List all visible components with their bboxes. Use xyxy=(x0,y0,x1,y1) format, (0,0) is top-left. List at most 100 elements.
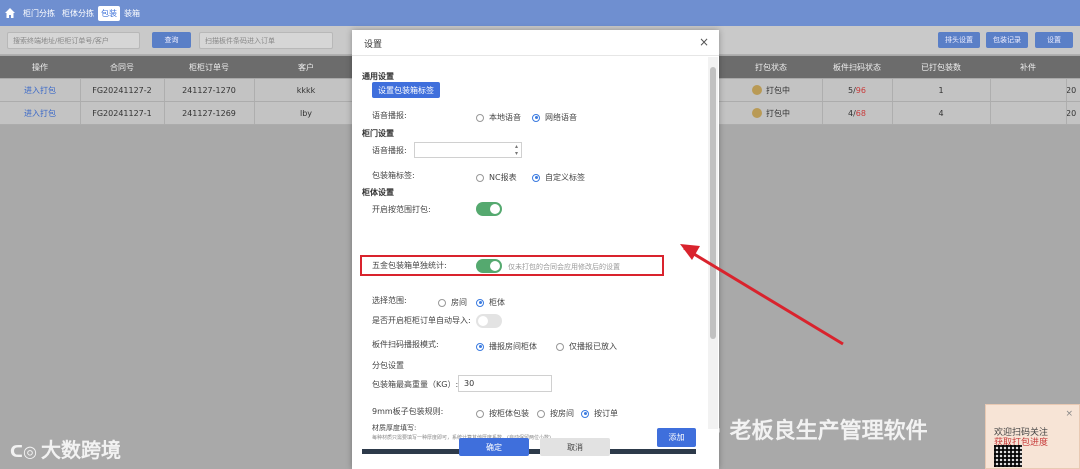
cell-scan-status: 4/68 xyxy=(848,108,866,118)
auto-import-toggle[interactable] xyxy=(476,314,502,328)
add-button[interactable]: 添加 xyxy=(657,428,696,447)
radio-label: 网络语音 xyxy=(545,113,577,122)
col-extra: 补件 xyxy=(1020,62,1036,72)
scan-mode-label: 板件扫码播报模式: xyxy=(372,340,439,349)
watermark-left: ᑕ◎ 大数跨境 xyxy=(10,434,121,463)
nav-tab-body-sort[interactable]: 柜体分拣 xyxy=(59,6,97,21)
split-label: 分包设置 xyxy=(372,361,404,370)
radio-checked-icon xyxy=(476,298,484,307)
divider xyxy=(822,79,823,101)
radio-checked-icon xyxy=(476,342,484,351)
enter-pack-link[interactable]: 进入打包 xyxy=(0,79,80,101)
divider xyxy=(990,102,991,124)
range-radio-room[interactable]: 房间 xyxy=(438,297,467,308)
toggle-knob xyxy=(490,261,500,271)
close-icon[interactable]: × xyxy=(699,35,709,49)
watermark-left-text: 大数跨境 xyxy=(41,438,122,462)
ok-button[interactable]: 确定 xyxy=(459,438,529,456)
general-section-title: 通用设置 xyxy=(362,72,394,81)
radio-icon xyxy=(537,409,545,418)
spinner-icon[interactable]: ▴ ▾ xyxy=(515,143,518,157)
radio-icon xyxy=(438,298,446,307)
package-records-button[interactable]: 包装记录 xyxy=(986,32,1028,48)
divider xyxy=(80,102,81,124)
divider xyxy=(254,102,255,124)
home-icon[interactable] xyxy=(4,7,16,19)
toggle-knob xyxy=(478,316,488,326)
voice-radio-local[interactable]: 本地语音 xyxy=(476,112,521,123)
search-input[interactable]: 搜索终端地址/柜柜订单号/客户 xyxy=(7,32,140,49)
hardware-toggle[interactable] xyxy=(476,259,502,273)
cell-extra: 20 xyxy=(1066,108,1077,118)
rule-radio-room[interactable]: 按房间 xyxy=(537,408,574,419)
cancel-button[interactable]: 取消 xyxy=(540,438,610,456)
cell-contract: FG20241127-2 xyxy=(92,85,152,95)
rule-radio-body[interactable]: 按柜体包装 xyxy=(476,408,529,419)
divider xyxy=(990,79,991,101)
divider xyxy=(164,79,165,101)
table-strip xyxy=(362,449,696,454)
radio-label: 仅播报已放入 xyxy=(569,342,617,351)
voice-label: 语音播报: xyxy=(372,111,407,120)
rule-radio-order[interactable]: 按订单 xyxy=(581,408,618,419)
range-pack-label: 开启按范围打包: xyxy=(372,205,431,214)
cell-order: 241127-1269 xyxy=(182,108,236,118)
nav-tab-boxing[interactable]: 装箱 xyxy=(121,6,143,21)
col-scan-status: 板件扫码状态 xyxy=(833,62,881,72)
scan-input[interactable]: 扫描板件条码进入订单 xyxy=(199,32,333,49)
annotation-arrow-icon xyxy=(680,244,844,346)
voice-radio-net[interactable]: 网络语音 xyxy=(532,112,577,123)
status-text: 打包中 xyxy=(766,108,790,118)
radio-label: 播报房间柜体 xyxy=(489,342,537,351)
cell-packed: 4 xyxy=(938,108,944,118)
col-action: 操作 xyxy=(32,62,48,72)
radio-icon xyxy=(476,409,484,418)
divider xyxy=(1066,79,1067,101)
radio-checked-icon xyxy=(532,173,540,182)
divider xyxy=(80,79,81,101)
range-pack-toggle[interactable] xyxy=(476,202,502,216)
max-weight-input[interactable]: 30 xyxy=(458,375,552,392)
query-button[interactable]: 查询 xyxy=(152,32,191,48)
header-settings-button[interactable]: 排头设置 xyxy=(938,32,980,48)
cell-pack-status: 打包中 xyxy=(720,79,822,101)
radio-checked-icon xyxy=(581,409,589,418)
dialog-title: 设置 xyxy=(364,40,383,50)
auto-import-label: 是否开启柜柜订单自动导入: xyxy=(372,316,471,325)
rule-label: 9mm板子包装规则: xyxy=(372,407,444,416)
status-dot-icon xyxy=(752,85,762,95)
cell-customer: kkkk xyxy=(296,85,316,95)
set-box-label-button[interactable]: 设置包装箱标签 xyxy=(372,82,440,98)
door-voice-select[interactable]: ▴ ▾ xyxy=(414,142,522,158)
radio-label: 按房间 xyxy=(550,409,574,418)
hardware-label: 五金包装箱单独统计: xyxy=(372,261,447,270)
radio-label: 柜体 xyxy=(489,298,505,307)
nav-tab-package[interactable]: 包装 xyxy=(98,5,120,21)
divider xyxy=(892,79,893,101)
top-nav: 柜门分拣 柜体分拣 包装 装箱 xyxy=(0,0,1080,26)
scan-total: 68 xyxy=(855,108,866,118)
box-radio-nc[interactable]: NC报表 xyxy=(476,172,517,183)
radio-label: 自定义标签 xyxy=(545,173,585,182)
corner-ad: 欢迎扫码关注 获取打包进度 × xyxy=(985,404,1080,469)
scan-radio-only[interactable]: 仅播报已放入 xyxy=(556,341,617,352)
enter-pack-link[interactable]: 进入打包 xyxy=(0,102,80,124)
col-customer: 客户 xyxy=(298,62,314,72)
settings-button[interactable]: 设置 xyxy=(1035,32,1073,48)
col-contract: 合同号 xyxy=(110,62,134,72)
ad-close-icon[interactable]: × xyxy=(1065,409,1073,419)
range-radio-body[interactable]: 柜体 xyxy=(476,297,505,308)
box-radio-custom[interactable]: 自定义标签 xyxy=(532,172,585,183)
scan-done: 4 xyxy=(848,108,854,118)
scan-total: 96 xyxy=(855,85,866,95)
nav-tab-door-sort[interactable]: 柜门分拣 xyxy=(20,6,58,21)
radio-icon xyxy=(476,173,484,182)
status-dot-icon xyxy=(752,108,762,118)
scan-radio-room[interactable]: 播报房间柜体 xyxy=(476,341,537,352)
door-section-title: 柜门设置 xyxy=(362,129,394,138)
divider xyxy=(254,79,255,101)
max-weight-label: 包装箱最高重量（KG）: xyxy=(372,380,459,389)
divider xyxy=(822,102,823,124)
cell-order: 241127-1270 xyxy=(182,85,236,95)
radio-label: NC报表 xyxy=(489,173,517,182)
